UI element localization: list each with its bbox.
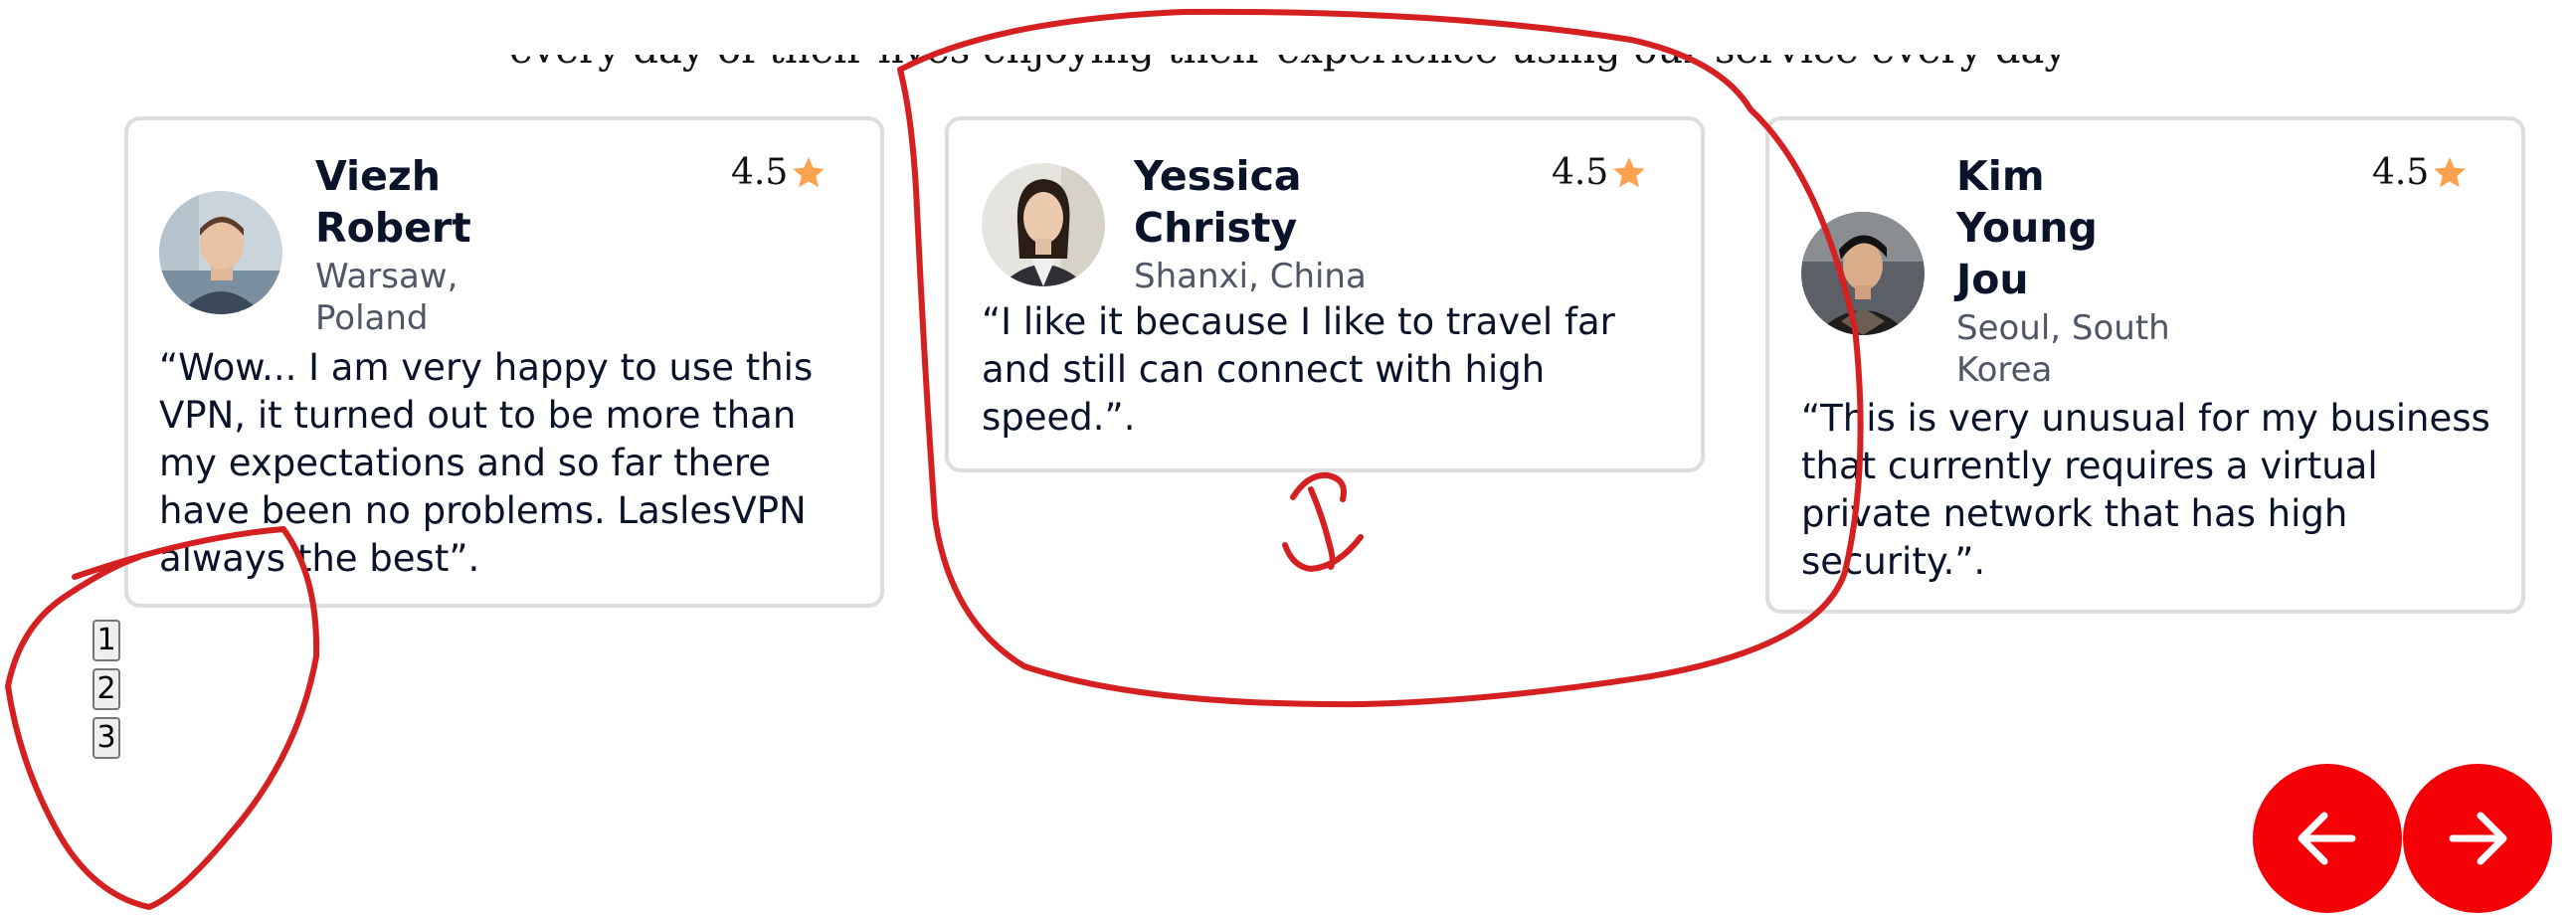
testimonial-card-kim-young-jou: Kim Young Jou Seoul, South Korea 4.5 “Th… <box>1765 116 2525 614</box>
rating-value: 4.5 <box>2372 152 2430 193</box>
reviewer-name: Viezh Robert <box>315 152 471 252</box>
reviewer-location: Seoul, South Korea <box>1956 308 2170 390</box>
testimonial-quote: “Wow... I am very happy to use this VPN,… <box>159 346 814 580</box>
star-icon <box>793 156 826 187</box>
rating: 4.5 <box>2372 152 2469 193</box>
reviewer-location: Warsaw, Poland <box>315 257 459 338</box>
rating: 4.5 <box>731 152 828 193</box>
testimonial-card-viezh-robert: Viezh Robert Warsaw, Poland 4.5 “Wow... … <box>124 116 884 608</box>
rating: 4.5 <box>1552 152 1648 193</box>
star-icon <box>2434 156 2467 187</box>
testimonial-card-yessica-christy: Yessica Christy Shanxi, China 4.5 “I lik… <box>945 116 1705 472</box>
avatar <box>982 163 1105 286</box>
arrow-left-icon <box>2298 812 2356 865</box>
testimonial-quote: “I like it because I like to travel far … <box>982 300 1615 439</box>
reviewer-name: Kim Young Jou <box>1956 152 2098 303</box>
avatar <box>159 191 282 314</box>
page-button-3[interactable]: 3 <box>92 717 120 759</box>
reviewer-location: Shanxi, China <box>1134 257 1367 296</box>
annotation-resize-arrow <box>1282 471 1364 572</box>
previous-slide-button[interactable] <box>2253 764 2402 913</box>
rating-value: 4.5 <box>731 152 789 193</box>
testimonial-quote: “This is very unusual for my business th… <box>1801 397 2490 583</box>
reviewer-name: Yessica Christy <box>1134 152 1302 252</box>
star-icon <box>1613 156 1646 187</box>
arrow-right-icon <box>2449 812 2507 865</box>
section-heading-fragment: every day of their lives enjoying their … <box>0 55 2576 109</box>
page-button-2[interactable]: 2 <box>92 668 120 710</box>
page-button-1[interactable]: 1 <box>92 620 120 661</box>
avatar <box>1801 212 1925 335</box>
next-slide-button[interactable] <box>2403 764 2552 913</box>
rating-value: 4.5 <box>1552 152 1609 193</box>
